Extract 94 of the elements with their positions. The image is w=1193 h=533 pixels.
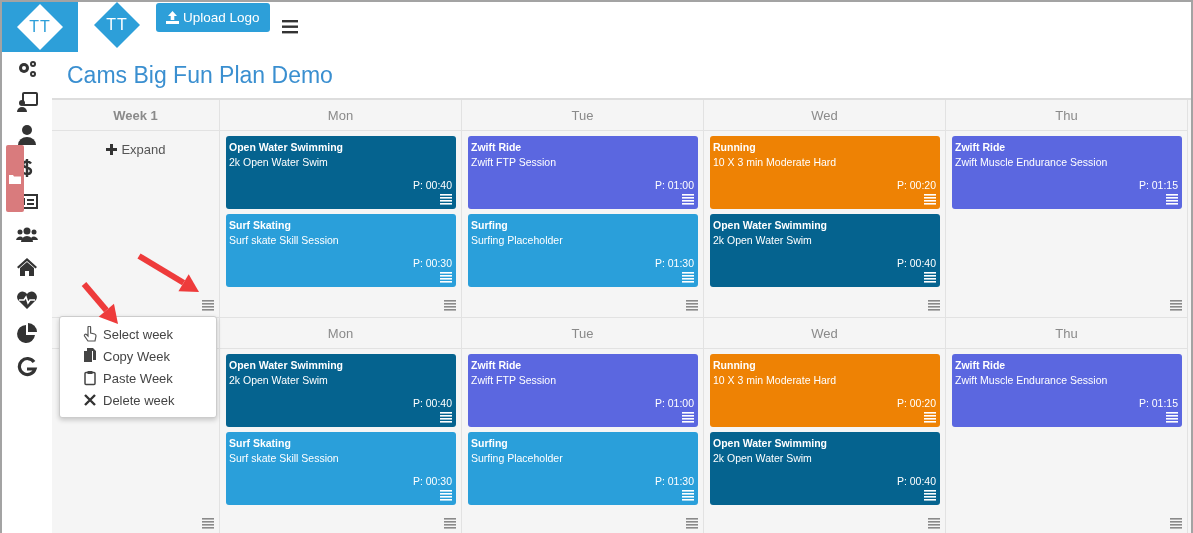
- day-header: Thu: [946, 318, 1188, 349]
- menu-item[interactable]: Copy Week: [60, 345, 216, 367]
- clipboard-icon: [83, 370, 97, 386]
- workout-card[interactable]: Zwift Ride Zwift FTP Session P: 01:00: [468, 354, 698, 427]
- workout-session: 2k Open Water Swim: [229, 374, 329, 386]
- workout-card[interactable]: Open Water Swimming 2k Open Water Swim P: 00:40: [710, 432, 940, 505]
- menu-item[interactable]: Delete week: [60, 389, 216, 411]
- workout-sport: Running: [713, 359, 757, 371]
- workout-card[interactable]: Surfing Surfing Placeholder P: 01:30: [468, 214, 698, 287]
- g-letter-icon[interactable]: [16, 355, 38, 377]
- user-icon[interactable]: [16, 124, 38, 146]
- menu-icon[interactable]: [924, 490, 936, 501]
- planned-duration: P: 00:40: [896, 257, 936, 269]
- presentation-icon[interactable]: [16, 91, 38, 113]
- day-header: Mon: [220, 100, 462, 131]
- planned-duration: P: 01:00: [654, 179, 694, 191]
- workout-sport: Zwift Ride: [955, 141, 1007, 153]
- planned-duration: P: 01:15: [1138, 397, 1178, 409]
- day-header: Tue: [462, 100, 704, 131]
- planned-duration: P: 01:30: [654, 475, 694, 487]
- upload-icon: [166, 11, 179, 24]
- home-icon[interactable]: [16, 256, 38, 278]
- workout-card[interactable]: Running 10 X 3 min Moderate Hard P: 00:20: [710, 354, 940, 427]
- plan-title: Cams Big Fun Plan Demo: [66, 60, 334, 90]
- workout-session: Surf skate Skill Session: [229, 452, 340, 464]
- day-header: Wed: [704, 318, 946, 349]
- workout-session: Zwift Muscle Endurance Session: [955, 156, 1109, 168]
- planned-duration: P: 00:30: [412, 475, 452, 487]
- workout-session: 10 X 3 min Moderate Hard: [713, 374, 838, 386]
- workout-sport: Zwift Ride: [471, 141, 523, 153]
- planned-duration: P: 00:40: [412, 179, 452, 191]
- day-header: Mon: [220, 318, 462, 349]
- workout-card[interactable]: Open Water Swimming 2k Open Water Swim P: 00:40: [226, 354, 456, 427]
- workout-session: Zwift Muscle Endurance Session: [955, 374, 1109, 386]
- workout-card[interactable]: Surf Skating Surf skate Skill Session P: 00:30: [226, 214, 456, 287]
- planned-duration: P: 01:00: [654, 397, 694, 409]
- workout-sport: Open Water Swimming: [229, 141, 344, 153]
- workout-sport: Zwift Ride: [471, 359, 523, 371]
- menu-icon[interactable]: [924, 272, 936, 283]
- logo[interactable]: TT: [2, 2, 78, 52]
- week-label: Week 1: [52, 100, 220, 131]
- planned-duration: P: 01:15: [1138, 179, 1178, 191]
- planned-duration: P: 01:30: [654, 257, 694, 269]
- workout-session: Surfing Placeholder: [471, 234, 564, 246]
- folder-icon: [9, 173, 21, 184]
- workout-card[interactable]: Zwift Ride Zwift Muscle Endurance Session P: 01:15: [952, 354, 1182, 427]
- menu-item[interactable]: Select week: [60, 323, 216, 345]
- workout-card[interactable]: Zwift Ride Zwift Muscle Endurance Session P: 01:15: [952, 136, 1182, 209]
- workout-session: Zwift FTP Session: [471, 156, 557, 168]
- workout-session: 10 X 3 min Moderate Hard: [713, 156, 838, 168]
- workout-sport: Open Water Swimming: [713, 219, 828, 231]
- copy-icon: [83, 348, 97, 364]
- menu-item[interactable]: Paste Week: [60, 367, 216, 389]
- workout-card[interactable]: Surfing Surfing Placeholder P: 01:30: [468, 432, 698, 505]
- workout-sport: Running: [713, 141, 757, 153]
- menu-icon[interactable]: [281, 20, 298, 34]
- workout-sport: Surf Skating: [229, 219, 292, 231]
- workout-session: 2k Open Water Swim: [713, 234, 813, 246]
- heartbeat-icon[interactable]: [16, 289, 38, 311]
- close-icon: [83, 392, 97, 408]
- workout-session: Surfing Placeholder: [471, 452, 564, 464]
- workout-sport: Zwift Ride: [955, 359, 1007, 371]
- planned-duration: P: 00:20: [896, 179, 936, 191]
- workout-session: 2k Open Water Swim: [713, 452, 813, 464]
- planned-duration: P: 00:30: [412, 257, 452, 269]
- workout-session: 2k Open Water Swim: [229, 156, 329, 168]
- workout-card[interactable]: Open Water Swimming 2k Open Water Swim P: 00:40: [226, 136, 456, 209]
- day-header: Tue: [462, 318, 704, 349]
- workout-sport: Surf Skating: [229, 437, 292, 449]
- brand-diamond-icon: [94, 2, 140, 48]
- expand-button[interactable]: Expand: [102, 140, 170, 159]
- workout-card[interactable]: Running 10 X 3 min Moderate Hard P: 00:20: [710, 136, 940, 209]
- plus-icon: [106, 144, 118, 155]
- workout-sport: Open Water Swimming: [229, 359, 344, 371]
- workout-card[interactable]: Open Water Swimming 2k Open Water Swim P: 00:40: [710, 214, 940, 287]
- workout-card[interactable]: Surf Skating Surf skate Skill Session P: 00:30: [226, 432, 456, 505]
- hand-pointer-icon: [83, 326, 97, 342]
- workout-sport: Surfing: [471, 437, 509, 449]
- workout-card[interactable]: Zwift Ride Zwift FTP Session P: 01:00: [468, 136, 698, 209]
- menu-icon[interactable]: [440, 412, 452, 423]
- upload-button[interactable]: Upload Logo: [156, 3, 270, 32]
- planned-duration: P: 00:20: [896, 397, 936, 409]
- workout-sport: Surfing: [471, 219, 509, 231]
- pie-chart-icon[interactable]: [16, 322, 38, 344]
- planned-duration: P: 00:40: [896, 475, 936, 487]
- planned-duration: P: 00:40: [412, 397, 452, 409]
- brand-text: TT: [106, 16, 128, 34]
- menu-icon[interactable]: [440, 194, 452, 205]
- workout-session: Zwift FTP Session: [471, 374, 557, 386]
- day-header: Thu: [946, 100, 1188, 131]
- workout-session: Surf skate Skill Session: [229, 234, 340, 246]
- day-header: Wed: [704, 100, 946, 131]
- workout-sport: Open Water Swimming: [713, 437, 828, 449]
- logo-text: TT: [29, 18, 51, 36]
